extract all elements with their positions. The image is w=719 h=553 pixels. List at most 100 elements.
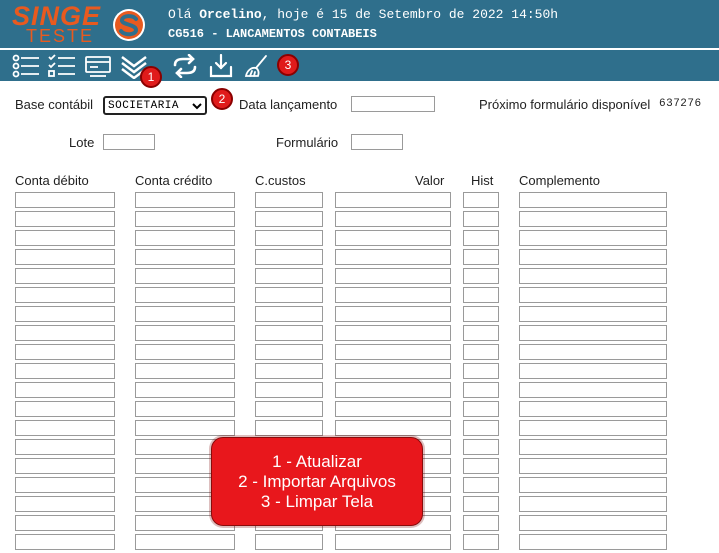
- data-lancamento-input[interactable]: [351, 96, 435, 112]
- conta-debito-input[interactable]: [15, 534, 115, 550]
- ccustos-input[interactable]: [255, 534, 323, 550]
- complemento-input[interactable]: [519, 192, 667, 208]
- conta-debito-input[interactable]: [15, 230, 115, 246]
- hist-input[interactable]: [463, 192, 499, 208]
- conta-credito-input[interactable]: [135, 287, 235, 303]
- broom-icon[interactable]: [242, 52, 272, 79]
- complemento-input[interactable]: [519, 515, 667, 531]
- conta-credito-input[interactable]: [135, 268, 235, 284]
- ccustos-input[interactable]: [255, 325, 323, 341]
- hist-input[interactable]: [463, 325, 499, 341]
- checklist-icon[interactable]: [47, 52, 77, 79]
- conta-debito-input[interactable]: [15, 382, 115, 398]
- complemento-input[interactable]: [519, 211, 667, 227]
- base-contabil-select[interactable]: SOCIETARIA: [103, 96, 207, 115]
- conta-credito-input[interactable]: [135, 230, 235, 246]
- valor-input[interactable]: [335, 534, 451, 550]
- conta-debito-input[interactable]: [15, 496, 115, 512]
- hist-input[interactable]: [463, 287, 499, 303]
- complemento-input[interactable]: [519, 249, 667, 265]
- hist-input[interactable]: [463, 439, 499, 455]
- conta-debito-input[interactable]: [15, 439, 115, 455]
- ccustos-input[interactable]: [255, 382, 323, 398]
- valor-input[interactable]: [335, 287, 451, 303]
- complemento-input[interactable]: [519, 230, 667, 246]
- hist-input[interactable]: [463, 477, 499, 493]
- valor-input[interactable]: [335, 249, 451, 265]
- conta-debito-input[interactable]: [15, 249, 115, 265]
- card-icon[interactable]: [83, 52, 113, 79]
- conta-debito-input[interactable]: [15, 287, 115, 303]
- valor-input[interactable]: [335, 344, 451, 360]
- valor-input[interactable]: [335, 192, 451, 208]
- complemento-input[interactable]: [519, 401, 667, 417]
- conta-credito-input[interactable]: [135, 401, 235, 417]
- conta-credito-input[interactable]: [135, 420, 235, 436]
- conta-debito-input[interactable]: [15, 515, 115, 531]
- conta-credito-input[interactable]: [135, 344, 235, 360]
- ccustos-input[interactable]: [255, 249, 323, 265]
- valor-input[interactable]: [335, 230, 451, 246]
- ccustos-input[interactable]: [255, 344, 323, 360]
- conta-credito-input[interactable]: [135, 211, 235, 227]
- valor-input[interactable]: [335, 363, 451, 379]
- ccustos-input[interactable]: [255, 230, 323, 246]
- valor-input[interactable]: [335, 325, 451, 341]
- ccustos-input[interactable]: [255, 363, 323, 379]
- complemento-input[interactable]: [519, 496, 667, 512]
- formulario-input[interactable]: [351, 134, 403, 150]
- complemento-input[interactable]: [519, 382, 667, 398]
- conta-credito-input[interactable]: [135, 306, 235, 322]
- valor-input[interactable]: [335, 382, 451, 398]
- ccustos-input[interactable]: [255, 306, 323, 322]
- conta-credito-input[interactable]: [135, 363, 235, 379]
- conta-debito-input[interactable]: [15, 325, 115, 341]
- complemento-input[interactable]: [519, 458, 667, 474]
- complemento-input[interactable]: [519, 439, 667, 455]
- conta-debito-input[interactable]: [15, 211, 115, 227]
- conta-debito-input[interactable]: [15, 306, 115, 322]
- valor-input[interactable]: [335, 211, 451, 227]
- complemento-input[interactable]: [519, 363, 667, 379]
- conta-credito-input[interactable]: [135, 325, 235, 341]
- hist-input[interactable]: [463, 211, 499, 227]
- hist-input[interactable]: [463, 382, 499, 398]
- ccustos-input[interactable]: [255, 192, 323, 208]
- conta-credito-input[interactable]: [135, 534, 235, 550]
- complemento-input[interactable]: [519, 420, 667, 436]
- complemento-input[interactable]: [519, 268, 667, 284]
- hist-input[interactable]: [463, 363, 499, 379]
- conta-credito-input[interactable]: [135, 192, 235, 208]
- hist-input[interactable]: [463, 344, 499, 360]
- conta-debito-input[interactable]: [15, 344, 115, 360]
- hist-input[interactable]: [463, 496, 499, 512]
- conta-debito-input[interactable]: [15, 458, 115, 474]
- conta-debito-input[interactable]: [15, 363, 115, 379]
- hist-input[interactable]: [463, 230, 499, 246]
- hist-input[interactable]: [463, 515, 499, 531]
- download-icon[interactable]: [206, 52, 236, 79]
- hist-input[interactable]: [463, 458, 499, 474]
- list-icon[interactable]: [11, 52, 41, 79]
- lote-input[interactable]: [103, 134, 155, 150]
- ccustos-input[interactable]: [255, 268, 323, 284]
- valor-input[interactable]: [335, 401, 451, 417]
- conta-debito-input[interactable]: [15, 477, 115, 493]
- conta-debito-input[interactable]: [15, 401, 115, 417]
- hist-input[interactable]: [463, 401, 499, 417]
- conta-credito-input[interactable]: [135, 382, 235, 398]
- complemento-input[interactable]: [519, 344, 667, 360]
- complemento-input[interactable]: [519, 287, 667, 303]
- ccustos-input[interactable]: [255, 211, 323, 227]
- refresh-icon[interactable]: [170, 52, 200, 79]
- conta-credito-input[interactable]: [135, 249, 235, 265]
- complemento-input[interactable]: [519, 477, 667, 493]
- hist-input[interactable]: [463, 249, 499, 265]
- hist-input[interactable]: [463, 268, 499, 284]
- conta-debito-input[interactable]: [15, 268, 115, 284]
- valor-input[interactable]: [335, 268, 451, 284]
- valor-input[interactable]: [335, 420, 451, 436]
- ccustos-input[interactable]: [255, 420, 323, 436]
- complemento-input[interactable]: [519, 306, 667, 322]
- hist-input[interactable]: [463, 534, 499, 550]
